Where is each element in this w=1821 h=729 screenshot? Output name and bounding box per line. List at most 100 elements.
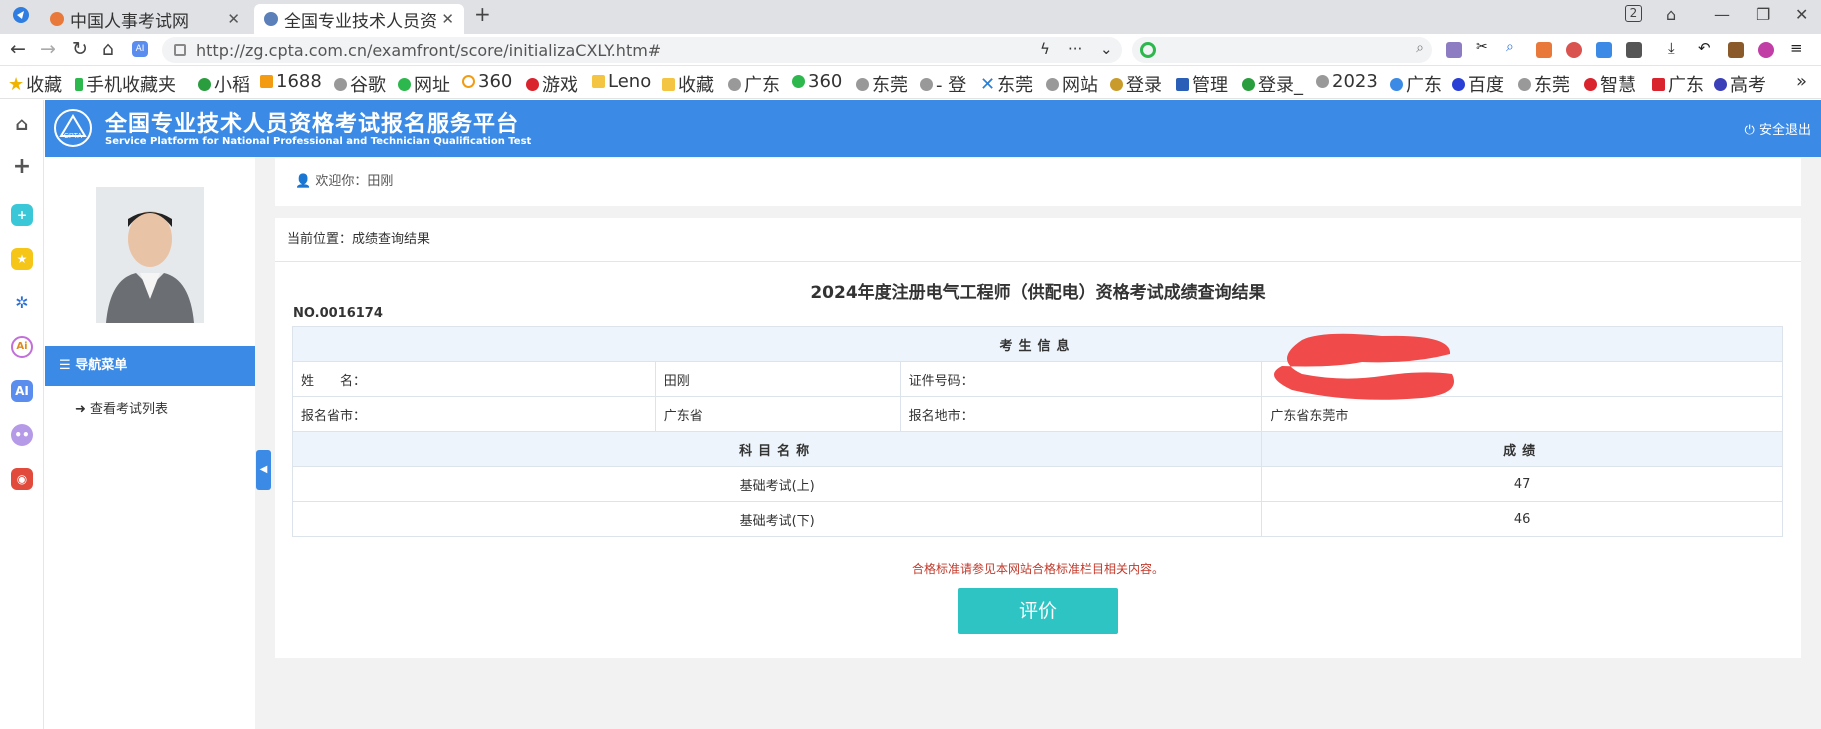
globe-icon [264, 12, 278, 26]
tab-cpta-score[interactable]: 全国专业技术人员资 ✕ [254, 4, 464, 34]
url-text: http://zg.cpta.com.cn/examfront/score/in… [196, 40, 662, 60]
table-row: 姓 名： 田刚 证件号码： [292, 361, 1783, 397]
bookmark-item[interactable]: 东莞 [856, 71, 908, 97]
undo-icon[interactable]: ↶ [1698, 39, 1714, 57]
back-icon[interactable]: ← [10, 39, 26, 59]
logout-link[interactable]: ⏻ 安全退出 [1745, 119, 1811, 138]
reload-icon[interactable]: ↻ [72, 39, 88, 59]
tab-cpta-home[interactable]: 中国人事考试网 ✕ [40, 4, 250, 34]
bookmark-item[interactable]: 2023 [1316, 71, 1378, 92]
close-tab-icon[interactable]: ✕ [441, 10, 454, 28]
color-extension-icon[interactable] [1758, 42, 1774, 58]
power-icon: ⏻ [1744, 123, 1755, 138]
list-icon: ☰ [59, 358, 71, 373]
bookmark-item[interactable]: 360 [792, 71, 842, 92]
restore-icon[interactable]: ❐ [1756, 5, 1770, 24]
bookmark-item[interactable]: 百度 [1452, 71, 1504, 97]
scissors-icon[interactable]: ✂ [1476, 39, 1492, 55]
extension-icon[interactable] [1446, 42, 1462, 58]
bookmark-item[interactable]: 1688 [260, 71, 322, 92]
bookmarks-overflow-icon[interactable]: » [1796, 71, 1807, 92]
chevron-down-icon[interactable]: ⌄ [1100, 40, 1113, 58]
bookmark-item[interactable]: 登录 [1110, 71, 1162, 97]
tab-title: 全国专业技术人员资 [284, 11, 437, 32]
lightning-icon[interactable]: ϟ [1040, 40, 1050, 58]
close-window-icon[interactable]: ✕ [1795, 5, 1808, 24]
mail-icon[interactable] [1596, 42, 1612, 58]
magnifier-icon[interactable]: ⌕ [1506, 39, 1522, 55]
search-engine-input[interactable]: ⌕ [1132, 37, 1432, 63]
name-label: 姓 名： [292, 361, 656, 397]
home-icon[interactable]: ⌂ [102, 39, 114, 59]
welcome-bar: 👤 欢迎你：田刚 [275, 158, 1801, 206]
bookmark-item[interactable]: ✕ 东莞 [980, 71, 1033, 97]
ai-assistant-icon[interactable]: AI [11, 380, 33, 402]
ai-assistant-icon[interactable]: AI [132, 41, 148, 57]
puzzle-icon[interactable] [1626, 42, 1642, 58]
bot-icon[interactable]: •• [11, 424, 33, 446]
pass-standard-notice: 合格标准请参见本网站合格标准栏目相关内容。 [911, 562, 1164, 576]
bookmark-item[interactable]: - 登 [920, 71, 966, 97]
bookmark-item[interactable]: 广东 [1390, 71, 1442, 97]
bookmark-item[interactable]: Leno [592, 71, 651, 92]
download-icon[interactable]: ⤓ [1668, 39, 1684, 57]
bookmark-item[interactable]: 收藏 [662, 71, 714, 97]
evaluate-button[interactable]: 评价 [958, 588, 1118, 634]
bookmark-item[interactable]: 手机收藏夹 [75, 71, 176, 97]
browser-logo-icon[interactable] [12, 6, 30, 28]
eye-extension-icon[interactable] [1566, 42, 1582, 58]
bookmark-item[interactable]: 游戏 [526, 71, 578, 97]
bookmark-item[interactable]: 智慧 [1584, 71, 1636, 97]
folder-icon [662, 77, 675, 91]
redaction-mark [1274, 333, 1454, 400]
bookmark-item[interactable]: 广东 [1652, 71, 1704, 97]
globe-icon [1518, 77, 1531, 91]
address-bar-row: ← → ↻ ⌂ AI http://zg.cpta.com.cn/examfro… [0, 34, 1821, 66]
collapse-sidebar-button[interactable]: ◀ [256, 450, 271, 490]
shirt-icon[interactable]: ⌂ [1666, 5, 1676, 24]
bookmark-item[interactable]: 东莞 [1518, 71, 1570, 97]
game-icon[interactable]: ◉ [11, 468, 33, 490]
candidate-info-header: 考生信息 [292, 326, 1783, 362]
star-app-icon[interactable]: ★ [11, 248, 33, 270]
paw-icon [1452, 77, 1465, 91]
subject-header: 科目名称 [291, 431, 1263, 467]
window-count-badge[interactable]: 2 [1625, 5, 1642, 22]
nav-menu-header[interactable]: ☰ 导航菜单 [45, 346, 255, 386]
globe-icon [334, 77, 347, 91]
sidebar-item-exam-list[interactable]: ➜ 查看考试列表 [75, 398, 168, 417]
bookmark-item[interactable]: 广东 [728, 71, 780, 97]
welcome-text: 欢迎你：田刚 [315, 174, 394, 189]
network-icon[interactable]: ✲ [11, 292, 33, 314]
url-field[interactable]: http://zg.cpta.com.cn/examfront/score/in… [162, 37, 1122, 63]
search-icon[interactable]: ⌕ [1416, 40, 1424, 56]
bookmark-item[interactable]: 网站 [1046, 71, 1098, 97]
home-icon[interactable]: ⌂ [11, 114, 33, 136]
browser-tab-bar: 中国人事考试网 ✕ 全国专业技术人员资 ✕ + 2 ⌂ — ❐ ✕ [0, 0, 1821, 34]
briefcase-icon[interactable] [1728, 42, 1744, 58]
bookmark-item[interactable]: 登录_ [1242, 71, 1303, 97]
bookmark-item[interactable]: 高考 [1714, 71, 1766, 97]
bookmark-item[interactable]: 网址 [398, 71, 450, 97]
bookmark-item[interactable]: 管理 [1176, 71, 1228, 97]
ai-icon[interactable]: Ai [11, 336, 33, 358]
minimize-icon[interactable]: — [1714, 5, 1730, 24]
bookmark-item[interactable]: 小稻 [198, 71, 250, 97]
fox-extension-icon[interactable] [1536, 42, 1552, 58]
app-icon[interactable]: + [11, 204, 33, 226]
cpta-logo: CPTA [54, 109, 92, 147]
bookmark-item[interactable]: 360 [462, 71, 512, 92]
forward-icon[interactable]: → [40, 39, 56, 59]
new-tab-icon[interactable]: + [474, 2, 491, 26]
user-icon: 👤 [295, 174, 312, 189]
security-lock-icon[interactable] [174, 44, 186, 56]
bookmark-item[interactable]: 谷歌 [334, 71, 386, 97]
site-title: 全国专业技术人员资格考试报名服务平台 [105, 112, 520, 137]
add-icon[interactable]: + [11, 156, 33, 178]
result-panel: 当前位置：成绩查询结果 2024年度注册电气工程师（供配电）资格考试成绩查询结果… [275, 218, 1801, 658]
close-tab-icon[interactable]: ✕ [227, 10, 240, 28]
bookmark-item[interactable]: ★ 收藏 [8, 71, 62, 97]
folder-icon [592, 75, 605, 88]
menu-icon[interactable]: ≡ [1790, 39, 1806, 57]
more-icon[interactable]: ··· [1068, 40, 1082, 58]
